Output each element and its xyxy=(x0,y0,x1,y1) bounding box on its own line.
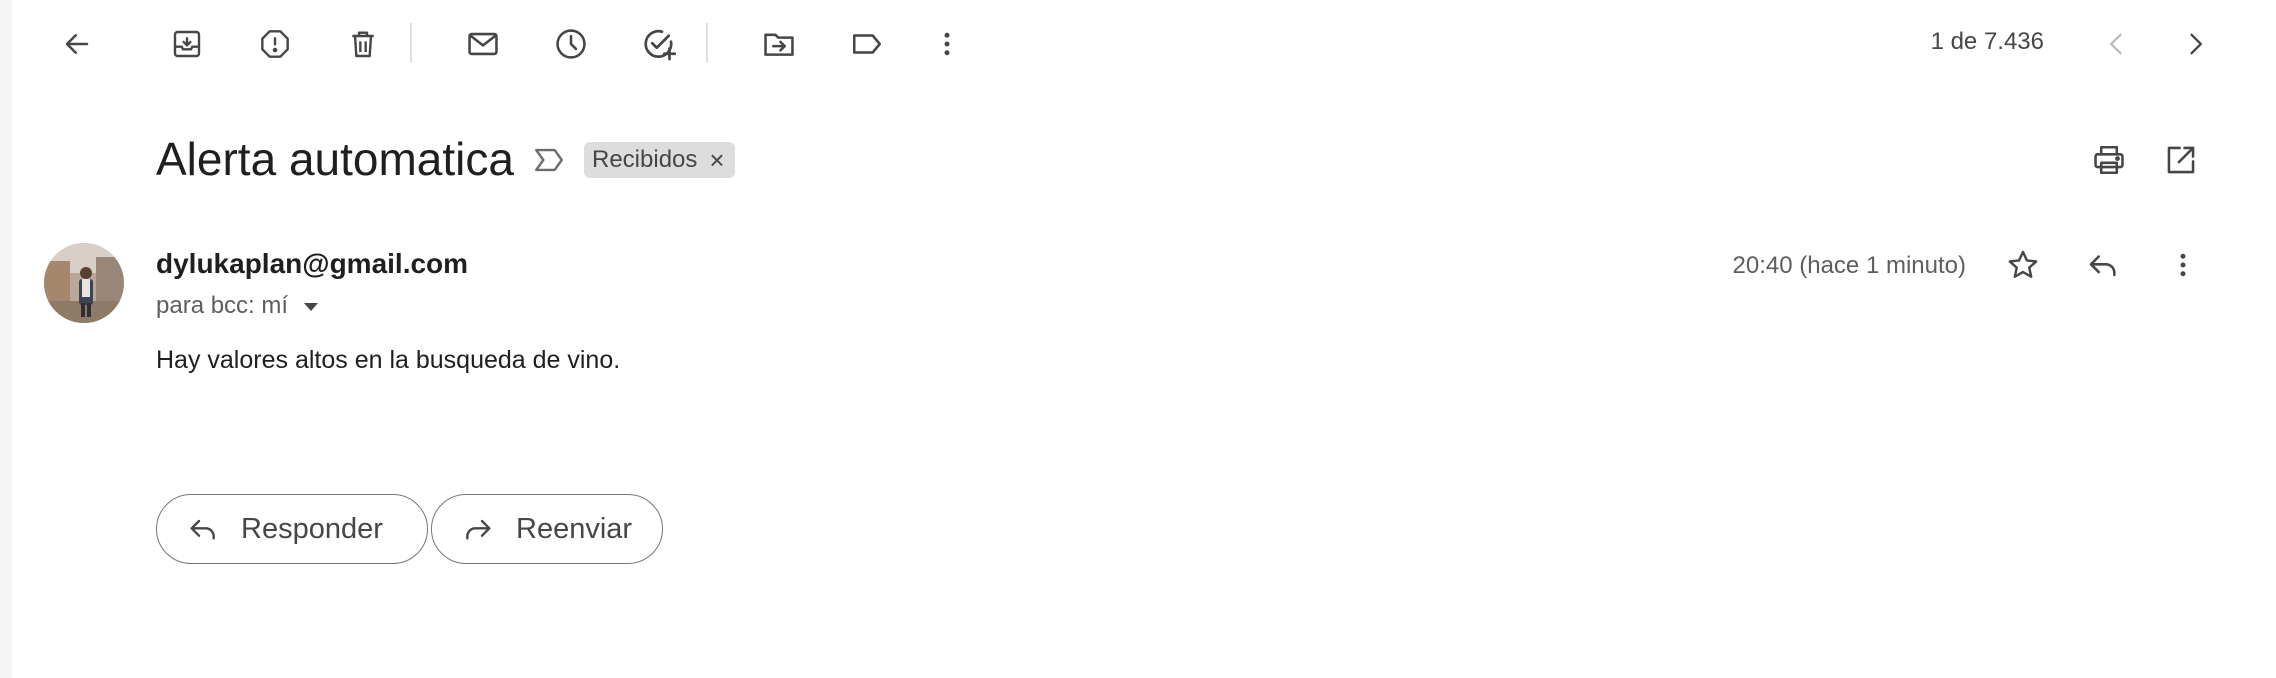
move-to-button[interactable] xyxy=(750,15,808,73)
report-spam-icon xyxy=(259,28,291,60)
envelope-icon xyxy=(466,27,500,61)
delete-button[interactable] xyxy=(334,15,392,73)
newer-button[interactable] xyxy=(2088,15,2146,73)
label-icon xyxy=(850,27,884,61)
pagination-count: 1 de 7.436 xyxy=(1930,28,2044,55)
toolbar-divider xyxy=(706,23,708,63)
labels-button[interactable] xyxy=(838,15,896,73)
toolbar-divider xyxy=(410,23,412,63)
older-button[interactable] xyxy=(2166,15,2224,73)
printer-icon xyxy=(2092,143,2126,177)
arrow-left-icon xyxy=(62,29,92,59)
reply-icon xyxy=(2086,248,2120,282)
clock-icon xyxy=(554,27,588,61)
star-icon xyxy=(2006,248,2040,282)
open-in-new-window-icon xyxy=(2164,143,2198,177)
more-actions-button[interactable] xyxy=(918,15,976,73)
chevron-left-icon xyxy=(2103,30,2131,58)
forward-button-label: Reenviar xyxy=(516,512,633,545)
chevron-right-icon xyxy=(2181,30,2209,58)
report-spam-button[interactable] xyxy=(246,15,304,73)
move-to-folder-icon xyxy=(762,27,796,61)
reply-icon-button[interactable] xyxy=(2074,236,2132,294)
reply-icon xyxy=(187,513,219,545)
print-button[interactable] xyxy=(2080,131,2138,189)
message-timestamp: 20:40 (hace 1 minuto) xyxy=(1732,252,1966,279)
caret-down-icon xyxy=(302,292,320,319)
recipients-text: para bcc: mí xyxy=(156,292,289,319)
mark-unread-button[interactable] xyxy=(454,15,512,73)
message-view: 1 de 7.436 Alerta automatica Recibidos × xyxy=(12,0,2276,678)
back-button[interactable] xyxy=(48,15,106,73)
label-chip-inbox[interactable]: Recibidos × xyxy=(584,142,735,178)
star-button[interactable] xyxy=(1994,236,2052,294)
archive-button[interactable] xyxy=(158,15,216,73)
forward-button[interactable]: Reenviar xyxy=(431,494,663,564)
open-new-window-button[interactable] xyxy=(2152,131,2210,189)
sender-email[interactable]: dylukaplan@gmail.com xyxy=(156,248,468,280)
message-body: Hay valores altos en la busqueda de vino… xyxy=(156,346,621,374)
message-more-button[interactable] xyxy=(2154,236,2212,294)
more-vertical-icon xyxy=(2168,250,2198,280)
reply-button-label: Responder xyxy=(241,512,383,545)
recipients-line: para bcc: mí xyxy=(156,292,320,320)
add-task-icon xyxy=(641,26,677,62)
trash-icon xyxy=(347,28,379,60)
archive-icon xyxy=(171,28,203,60)
add-task-button[interactable] xyxy=(630,15,688,73)
forward-icon xyxy=(462,513,494,545)
snooze-button[interactable] xyxy=(542,15,600,73)
more-vertical-icon xyxy=(932,29,962,59)
email-subject: Alerta automatica xyxy=(156,133,514,185)
show-details-button[interactable] xyxy=(302,292,320,320)
reply-button[interactable]: Responder xyxy=(156,494,428,564)
importance-marker[interactable] xyxy=(532,143,566,182)
importance-marker-icon xyxy=(532,148,566,181)
remove-label-button[interactable]: × xyxy=(709,147,724,173)
label-chip-text: Recibidos xyxy=(592,146,698,173)
avatar[interactable] xyxy=(44,243,124,323)
